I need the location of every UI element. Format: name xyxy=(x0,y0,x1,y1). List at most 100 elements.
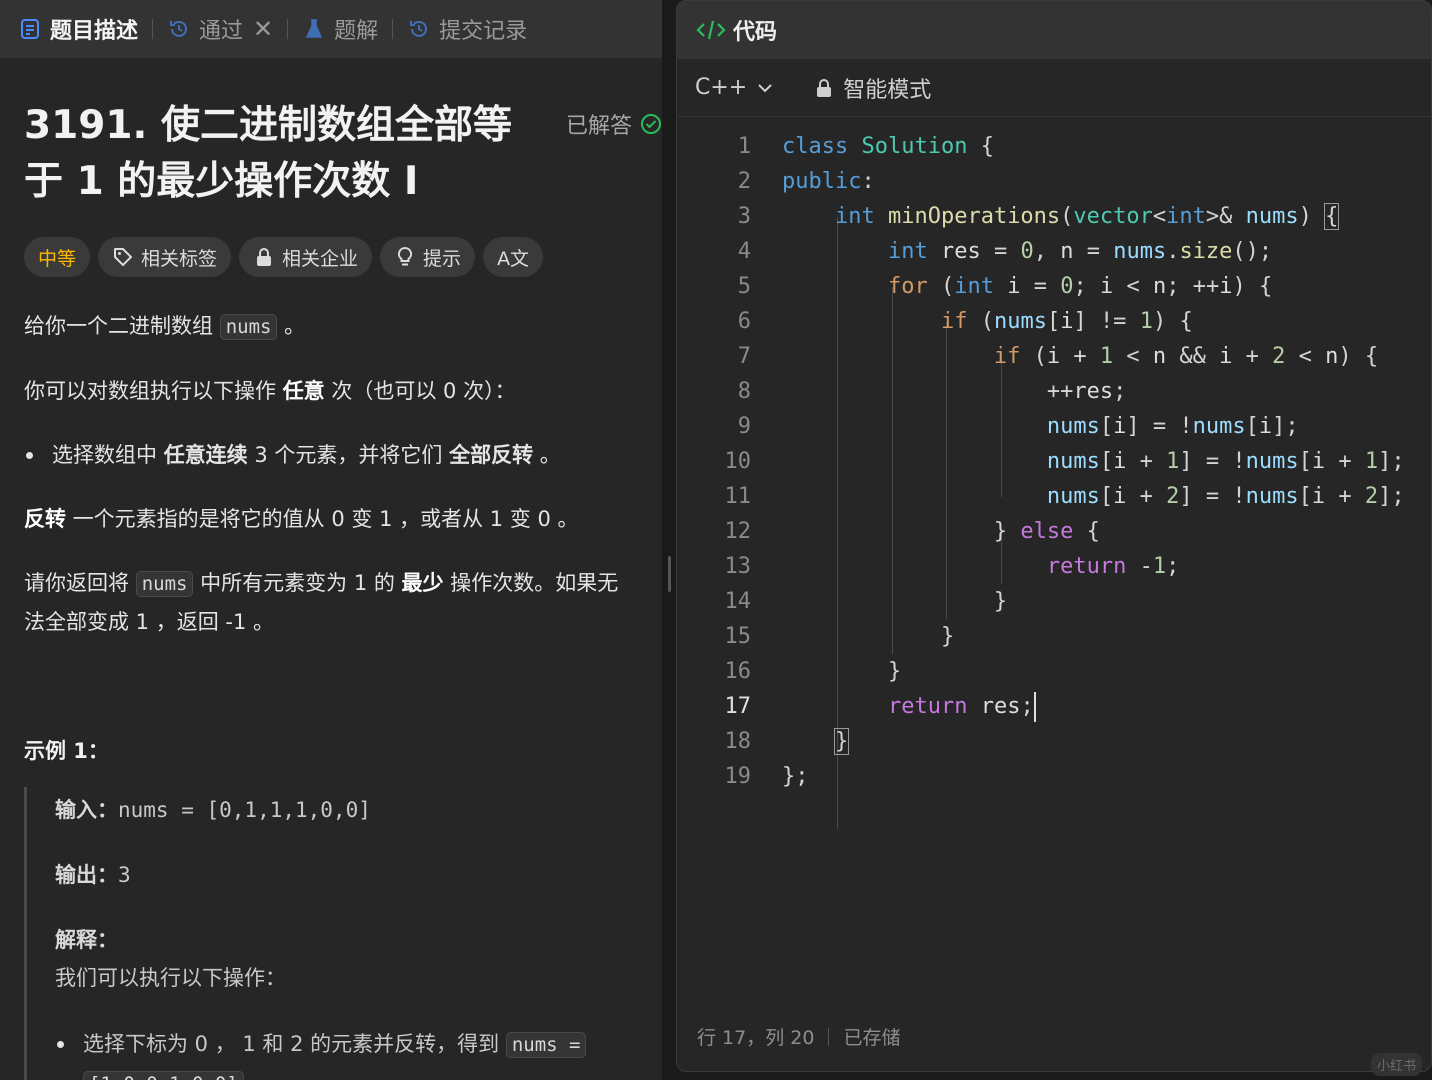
bold-text: 全部反转 xyxy=(449,443,534,467)
code-text: for (int i = 0; i < n; ++i) { xyxy=(887,274,1273,299)
description-paragraph: 请你返回将 nums 中所有元素变为 1 的 最少 操作次数。如果无法全部变成 … xyxy=(24,564,638,641)
output-value: 3 xyxy=(118,863,131,887)
code-text: } xyxy=(993,589,1008,614)
problem-title: 3191. 使二进制数组全部等于 1 的最少操作次数 I xyxy=(24,103,512,204)
related-tags-label: 相关标签 xyxy=(141,247,218,270)
input-label: 输入： xyxy=(55,798,118,822)
example-title: 示例 1： xyxy=(24,739,109,763)
mode-label: 智能模式 xyxy=(843,77,932,103)
flask-icon xyxy=(302,17,326,41)
tab-separator xyxy=(287,19,289,39)
solved-status: 已解答 xyxy=(566,108,662,140)
history-icon xyxy=(407,17,431,41)
code-panel: 代码 C++ 智能模式 1 class Solution { 2 public: 3… xyxy=(676,0,1432,1072)
language-label: C++ xyxy=(695,75,748,100)
inline-code: nums xyxy=(135,571,194,597)
code-text: } xyxy=(940,624,955,649)
code-text: int res = 0, n = nums.size(); xyxy=(887,239,1273,264)
example-block: 输入：nums = [0,1,1,1,0,0] 输出：3 解释： 我们可以执行以… xyxy=(24,787,638,1080)
language-select[interactable]: C++ xyxy=(695,75,775,100)
line-number: 9 xyxy=(737,414,751,439)
line-number: 14 xyxy=(724,589,752,614)
line-number: 6 xyxy=(737,309,751,334)
text: 。 xyxy=(284,314,306,338)
tab-description[interactable]: 题目描述 xyxy=(18,13,138,45)
code-text: } xyxy=(833,728,850,755)
code-text: nums[i] = !nums[i]; xyxy=(1046,414,1299,439)
editor-toolbar: C++ 智能模式 xyxy=(677,59,1431,117)
panel-divider[interactable] xyxy=(662,0,676,1080)
bullet-icon xyxy=(24,436,52,474)
watermark: 小红书 xyxy=(1370,1053,1422,1076)
code-text: if (i + 1 < n && i + 2 < n) { xyxy=(993,344,1379,369)
line-number: 16 xyxy=(724,659,752,684)
hint-button[interactable]: 提示 xyxy=(380,237,476,277)
line-number: 8 xyxy=(737,379,751,404)
description-paragraph: 你可以对数组执行以下操作 任意 次（也可以 0 次）： xyxy=(24,372,638,410)
line-number: 2 xyxy=(737,169,751,194)
hint-label: 提示 xyxy=(423,247,462,270)
code-text: class Solution { xyxy=(782,134,994,159)
code-text: nums[i + 1] = !nums[i + 1]; xyxy=(1046,449,1405,474)
line-number: 5 xyxy=(737,274,751,299)
code-text: public: xyxy=(782,169,875,194)
title-row: 3191. 使二进制数组全部等于 1 的最少操作次数 I 已解答 xyxy=(24,98,662,210)
example-explain-text: 我们可以执行以下操作： xyxy=(55,966,286,990)
status-separator xyxy=(828,1027,830,1046)
mode-select[interactable]: 智能模式 xyxy=(815,72,931,104)
history-icon xyxy=(167,17,191,41)
code-text: return -1; xyxy=(1046,554,1180,579)
related-tags-button[interactable]: 相关标签 xyxy=(98,237,232,277)
difficulty-label: 中等 xyxy=(38,247,77,270)
code-text: if (nums[i] != 1) { xyxy=(940,309,1193,334)
code-panel-header: 代码 xyxy=(677,1,1431,59)
line-number: 3 xyxy=(737,204,751,229)
text: 次（也可以 0 次）： xyxy=(331,379,516,403)
inline-code: nums = xyxy=(505,1032,587,1058)
bold-text: 反转 xyxy=(24,507,66,531)
text: 。 xyxy=(539,443,561,467)
text: 中所有元素变为 1 的 xyxy=(200,571,395,595)
text: 选择数组中 xyxy=(52,443,157,467)
tab-solutions[interactable]: 题解 xyxy=(302,13,378,45)
line-number: 19 xyxy=(724,764,752,789)
line-number: 18 xyxy=(724,729,752,754)
list-item: 选择下标为 0 ， 1 和 2 的元素并反转，得到 nums = [1,0,0,… xyxy=(55,1025,638,1080)
line-number: 17 xyxy=(724,694,752,719)
bold-text: 任意连续 xyxy=(163,443,248,467)
line-number: 15 xyxy=(724,624,752,649)
example-output: 输出：3 xyxy=(55,856,638,894)
tab-accepted[interactable]: 通过 ✕ xyxy=(167,13,273,45)
tab-submissions[interactable]: 提交记录 xyxy=(407,13,527,45)
tag-icon xyxy=(112,246,134,268)
description-paragraph: 给你一个二进制数组 nums 。 xyxy=(24,307,638,346)
example-explain-label: 解释： xyxy=(55,921,638,959)
code-text: return res; xyxy=(782,689,1036,724)
problem-content: 3191. 使二进制数组全部等于 1 的最少操作次数 I 已解答 中等 相关标签 xyxy=(0,98,662,1080)
cursor-position: 行 17，列 20 xyxy=(697,1027,815,1049)
line-number: 1 xyxy=(737,134,751,159)
tab-description-label: 题目描述 xyxy=(50,19,139,44)
lock-icon xyxy=(817,78,832,97)
tag-row: 中等 相关标签 相关企业 提示 A文 xyxy=(24,237,638,277)
chevron-down-icon xyxy=(758,83,772,92)
input-value: nums = [0,1,1,1,0,0] xyxy=(118,798,371,822)
bold-text: 最少 xyxy=(401,571,444,595)
text: 选择下标为 0 ， 1 和 2 的元素并反转，得到 xyxy=(83,1032,500,1056)
tab-submissions-label: 提交记录 xyxy=(439,19,528,44)
resize-handle[interactable] xyxy=(668,556,671,592)
text: 请你返回将 xyxy=(24,571,129,595)
text: 一个元素指的是将它的值从 0 变 1 ，或者从 1 变 0 。 xyxy=(72,507,579,531)
translate-button[interactable]: A文 xyxy=(483,237,544,277)
related-companies-button[interactable]: 相关企业 xyxy=(239,237,373,277)
code-text: nums[i + 2] = !nums[i + 2]; xyxy=(1046,484,1405,509)
line-number: 10 xyxy=(724,449,752,474)
line-number: 7 xyxy=(737,344,751,369)
bold-text: 任意 xyxy=(282,379,325,403)
editor-status-bar: 行 17，列 20 已存储 xyxy=(697,1023,900,1050)
tab-solutions-label: 题解 xyxy=(334,19,379,44)
solved-label: 已解答 xyxy=(566,114,633,139)
problem-panel: 题目描述 通过 ✕ 题解 提交记录 3191. 使二进制数组全部等于 1 的最少… xyxy=(0,0,662,1080)
text: 给你一个二进制数组 xyxy=(24,314,213,338)
close-icon[interactable]: ✕ xyxy=(253,15,273,43)
